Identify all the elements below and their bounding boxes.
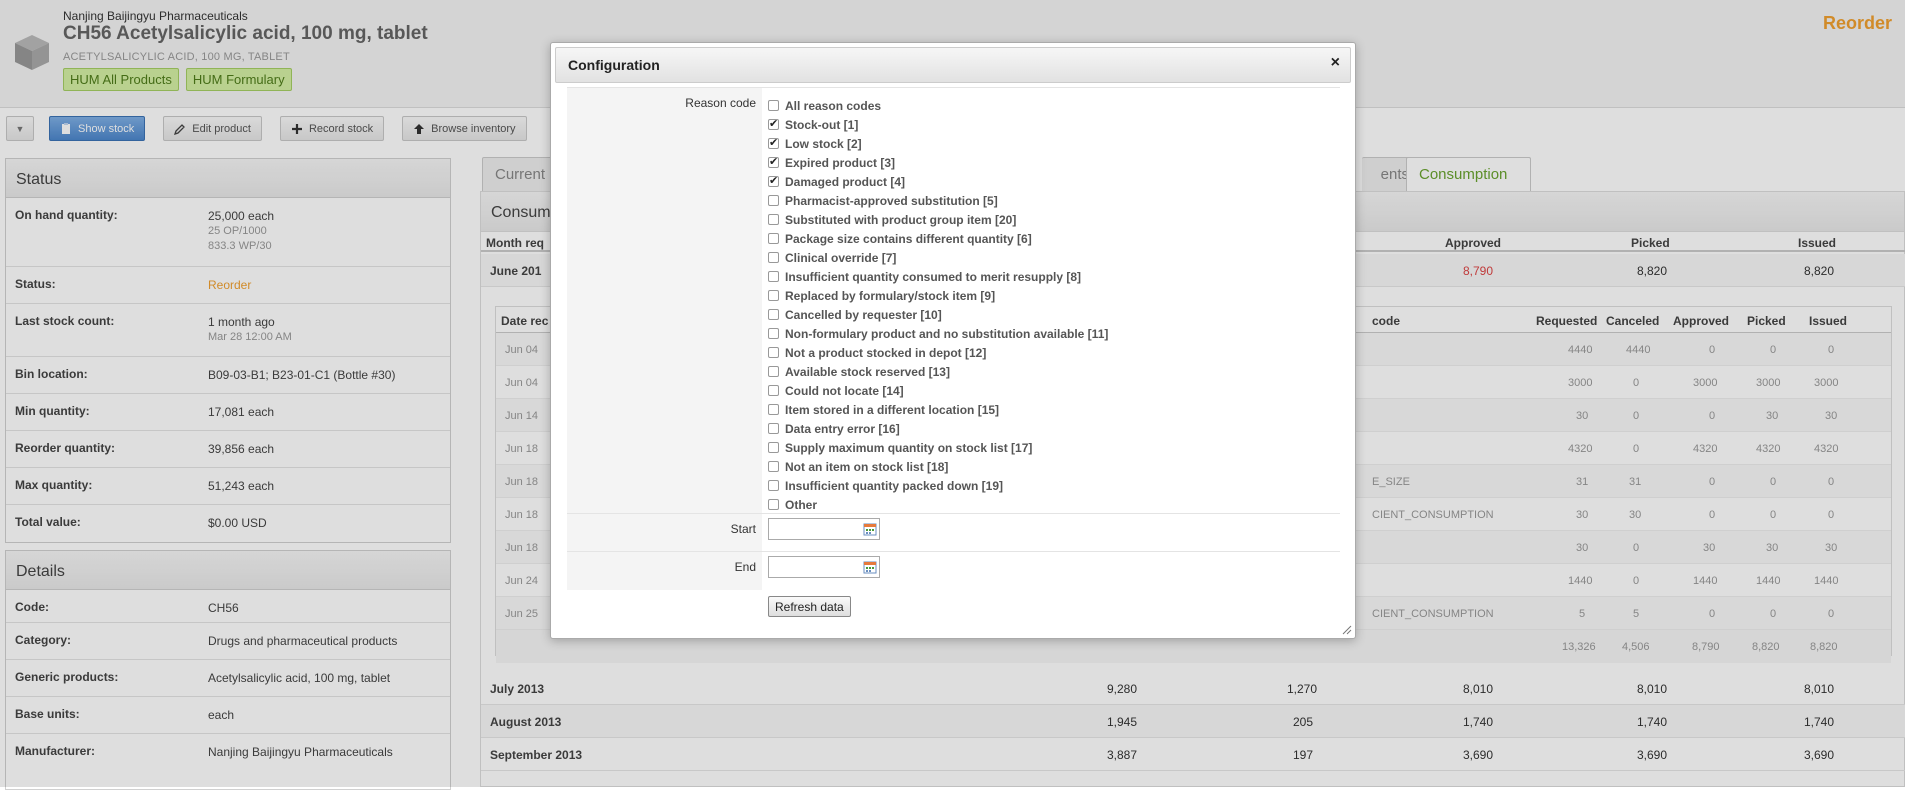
close-icon[interactable]: × bbox=[1331, 55, 1340, 71]
start-date-input[interactable] bbox=[768, 518, 880, 540]
checkbox[interactable] bbox=[768, 195, 779, 206]
reason-10[interactable]: Cancelled by requester [10] bbox=[768, 305, 1108, 324]
end-date-input[interactable] bbox=[768, 556, 880, 578]
reason-1[interactable]: Stock-out [1] bbox=[768, 115, 1108, 134]
reason-6[interactable]: Package size contains different quantity… bbox=[768, 229, 1108, 248]
checkbox[interactable] bbox=[768, 271, 779, 282]
checkbox[interactable] bbox=[768, 480, 779, 491]
reason-9[interactable]: Replaced by formulary/stock item [9] bbox=[768, 286, 1108, 305]
reason-20[interactable]: Substituted with product group item [20] bbox=[768, 210, 1108, 229]
checkbox[interactable] bbox=[768, 461, 779, 472]
dialog-body: Reason code All reason codes Stock-out [… bbox=[567, 87, 1340, 617]
reason-all[interactable]: All reason codes bbox=[768, 96, 1108, 115]
calendar-icon[interactable] bbox=[863, 522, 877, 536]
start-date-row: Start bbox=[567, 514, 1340, 552]
checkbox[interactable] bbox=[768, 423, 779, 434]
refresh-data-button[interactable]: Refresh data bbox=[768, 596, 851, 617]
reason-19[interactable]: Insufficient quantity packed down [19] bbox=[768, 476, 1108, 495]
reason-code-row: Reason code All reason codes Stock-out [… bbox=[567, 87, 1340, 514]
dialog-titlebar[interactable]: Configuration × bbox=[555, 47, 1351, 83]
checkbox[interactable] bbox=[768, 404, 779, 415]
reason-3[interactable]: Expired product [3] bbox=[768, 153, 1108, 172]
reason-16[interactable]: Data entry error [16] bbox=[768, 419, 1108, 438]
end-label: End bbox=[567, 552, 762, 590]
page: Nanjing Baijingyu Pharmaceuticals CH56 A… bbox=[0, 0, 1905, 790]
reason-11[interactable]: Non-formulary product and no substitutio… bbox=[768, 324, 1108, 343]
reason-4[interactable]: Damaged product [4] bbox=[768, 172, 1108, 191]
reason-13[interactable]: Available stock reserved [13] bbox=[768, 362, 1108, 381]
reason-2[interactable]: Low stock [2] bbox=[768, 134, 1108, 153]
checkbox[interactable] bbox=[768, 174, 779, 187]
checkbox[interactable] bbox=[768, 252, 779, 263]
checkbox[interactable] bbox=[768, 117, 779, 130]
reason-17[interactable]: Supply maximum quantity on stock list [1… bbox=[768, 438, 1108, 457]
reason-5[interactable]: Pharmacist-approved substitution [5] bbox=[768, 191, 1108, 210]
checkbox[interactable] bbox=[768, 100, 779, 111]
checkbox[interactable] bbox=[768, 233, 779, 244]
reason-14[interactable]: Could not locate [14] bbox=[768, 381, 1108, 400]
checkbox[interactable] bbox=[768, 136, 779, 149]
checkbox[interactable] bbox=[768, 442, 779, 453]
reason-15[interactable]: Item stored in a different location [15] bbox=[768, 400, 1108, 419]
reason-18[interactable]: Not an item on stock list [18] bbox=[768, 457, 1108, 476]
checkbox[interactable] bbox=[768, 155, 779, 168]
end-date-row: End bbox=[567, 552, 1340, 590]
reason-7[interactable]: Clinical override [7] bbox=[768, 248, 1108, 267]
checkbox[interactable] bbox=[768, 366, 779, 377]
checkbox[interactable] bbox=[768, 347, 779, 358]
checkbox[interactable] bbox=[768, 214, 779, 225]
checkbox[interactable] bbox=[768, 499, 779, 510]
resize-grip-icon[interactable] bbox=[1340, 623, 1352, 635]
start-label: Start bbox=[567, 514, 762, 551]
reason-code-list: All reason codes Stock-out [1] Low stock… bbox=[762, 88, 1108, 513]
dialog-title: Configuration bbox=[568, 57, 660, 73]
reason-other[interactable]: Other bbox=[768, 495, 1108, 514]
calendar-icon[interactable] bbox=[863, 560, 877, 574]
reason-8[interactable]: Insufficient quantity consumed to merit … bbox=[768, 267, 1108, 286]
checkbox[interactable] bbox=[768, 385, 779, 396]
reason-12[interactable]: Not a product stocked in depot [12] bbox=[768, 343, 1108, 362]
checkbox[interactable] bbox=[768, 290, 779, 301]
configuration-dialog: Configuration × Reason code All reason c… bbox=[550, 42, 1356, 639]
checkbox[interactable] bbox=[768, 309, 779, 320]
checkbox[interactable] bbox=[768, 328, 779, 339]
reason-code-label: Reason code bbox=[567, 88, 762, 513]
